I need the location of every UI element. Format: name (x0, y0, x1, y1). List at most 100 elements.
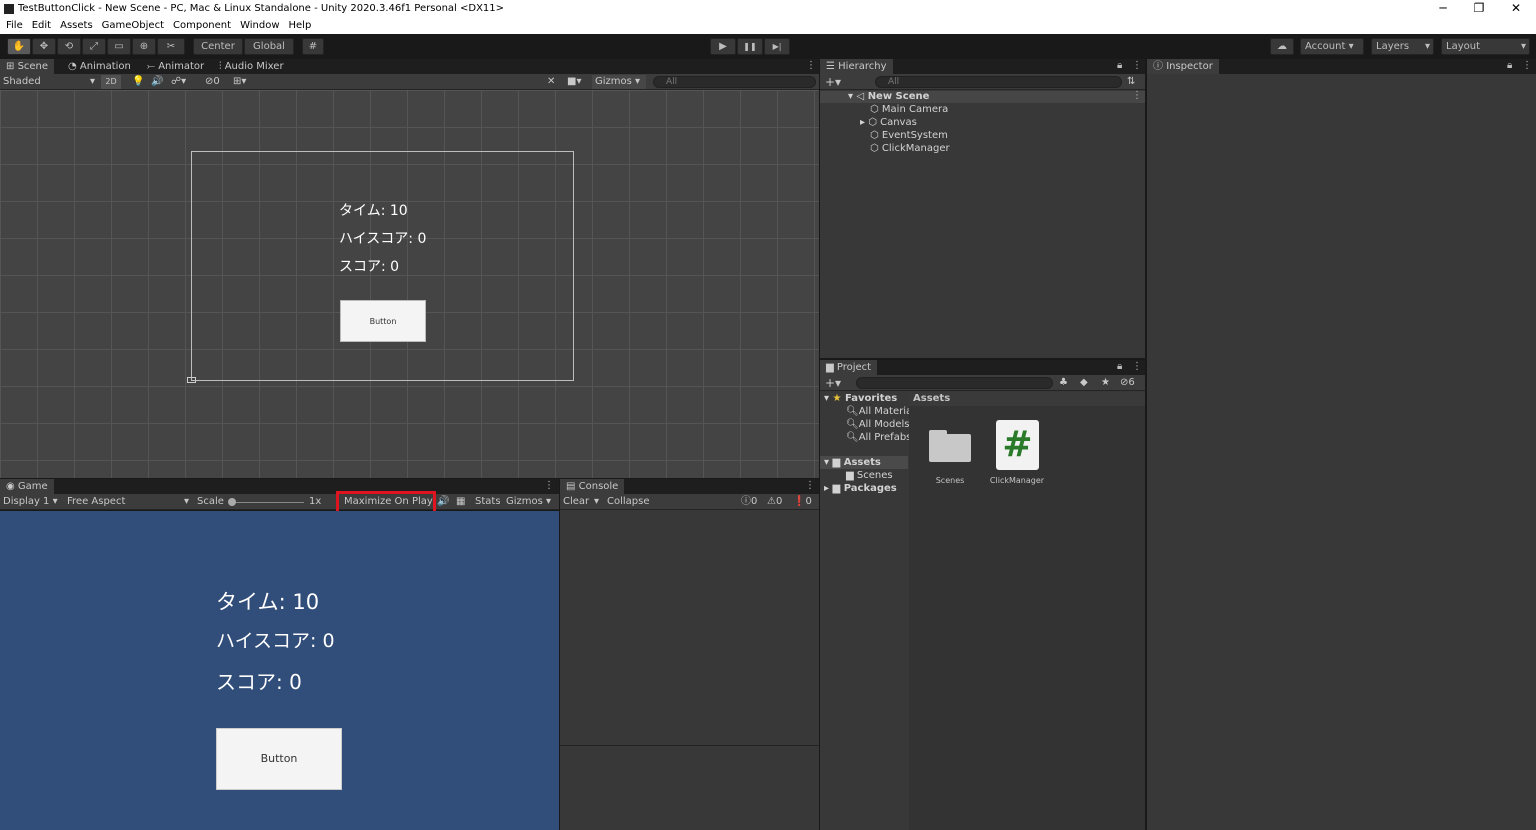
clear-options-icon[interactable]: ▾ (594, 495, 599, 509)
scene-row[interactable]: ▾ ◁ New Scene ⋮ (820, 90, 1145, 103)
menu-help[interactable]: Help (289, 18, 312, 34)
menu-window[interactable]: Window (240, 18, 279, 34)
more-options-icon[interactable]: ⋮ (544, 480, 554, 491)
lighting-icon[interactable]: 💡 (132, 75, 144, 89)
hidden-objects-icon[interactable]: ⊘0 (205, 75, 220, 89)
stats-toggle[interactable]: Stats (475, 495, 501, 509)
error-filter[interactable]: ❗0 (793, 495, 812, 509)
tab-scene[interactable]: ⊞ Scene (0, 59, 55, 74)
step-button[interactable]: ▶| (764, 38, 790, 55)
csharp-script-icon[interactable]: # (996, 420, 1039, 470)
lock-icon[interactable]: 🔒︎ (1117, 361, 1122, 372)
cloud-icon[interactable]: ☁ (1270, 38, 1294, 55)
restore-button[interactable]: ❐ (1462, 0, 1496, 18)
clear-button[interactable]: Clear (563, 495, 589, 509)
game-button[interactable]: Button (216, 728, 342, 790)
asset-label: ClickManager (989, 476, 1045, 485)
favorite-item[interactable]: 🔍︎All Models (846, 418, 910, 431)
tab-project[interactable]: ▆ Project (820, 360, 878, 375)
tools-icon[interactable]: ✕ (547, 75, 555, 89)
hierarchy-item-canvas[interactable]: ▸ ⬡ Canvas (860, 116, 917, 129)
scenes-folder-asset[interactable] (929, 430, 971, 462)
close-button[interactable]: ✕ (1499, 0, 1533, 18)
hierarchy-search-input[interactable]: All (875, 76, 1122, 88)
project-search-input[interactable] (856, 377, 1053, 389)
favorites-row[interactable]: ▾ ★ Favorites (824, 392, 897, 405)
tab-hierarchy[interactable]: ☰ Hierarchy (820, 59, 893, 74)
game-viewport[interactable]: タイム: 10 ハイスコア: 0 スコア: 0 Button (0, 511, 559, 830)
stats-icon: ▦ (456, 496, 466, 507)
menu-edit[interactable]: Edit (32, 18, 51, 34)
scene-search-input[interactable]: All (653, 76, 816, 88)
scene-viewport[interactable]: タイム: 10 ハイスコア: 0 スコア: 0 Button (0, 90, 819, 478)
more-options-icon[interactable]: ⋮ (805, 480, 815, 491)
scene-gizmos-dropdown[interactable]: Gizmos ▾ (592, 75, 646, 89)
more-options-icon[interactable]: ⋮ (1132, 361, 1142, 372)
play-button[interactable]: ▶ (710, 38, 736, 55)
create-button[interactable]: +▾ (825, 376, 841, 390)
packages-folder-row[interactable]: ▸ ▆ Packages (824, 482, 897, 495)
pause-button[interactable]: ❚❚ (737, 38, 763, 55)
collapse-button[interactable]: Collapse (607, 495, 650, 509)
hierarchy-item-clickmanager[interactable]: ⬡ ClickManager (870, 142, 950, 155)
favorite-item[interactable]: 🔍︎All Materia (846, 405, 912, 418)
tab-animation[interactable]: ◔ Animation (62, 59, 137, 74)
menu-gameobject[interactable]: GameObject (102, 18, 164, 34)
minimize-button[interactable]: ─ (1426, 0, 1460, 18)
assets-folder-row[interactable]: ▾ ▆ Assets (820, 456, 908, 469)
tab-game[interactable]: ◉ Game (0, 479, 54, 494)
aspect-dropdown[interactable]: Free Aspect ▾ (67, 495, 189, 509)
2d-toggle[interactable]: 2D (101, 75, 121, 89)
menu-assets[interactable]: Assets (60, 18, 93, 34)
more-options-icon[interactable]: ⋮ (1522, 60, 1532, 71)
tab-animator[interactable]: ⤚ Animator (141, 59, 210, 74)
display-dropdown[interactable]: Display 1 ▾ (3, 495, 58, 509)
mute-audio-icon[interactable]: 🔊 (437, 495, 449, 509)
game-gizmos-dropdown[interactable]: Gizmos ▾ (506, 495, 551, 509)
create-button[interactable]: +▾ (825, 75, 841, 89)
custom-tool-icon[interactable]: ✂ (157, 38, 185, 55)
scale-slider-thumb[interactable] (228, 498, 236, 506)
layers-dropdown[interactable]: Layers ▾ (1371, 38, 1434, 55)
hand-tool-icon[interactable]: ✋ (7, 38, 31, 55)
lock-icon[interactable]: 🔒︎ (1117, 60, 1122, 71)
filter-label-icon[interactable]: ◆ (1080, 376, 1088, 390)
menu-file[interactable]: File (6, 18, 23, 34)
shading-mode-dropdown[interactable]: Shaded ▾ (3, 75, 95, 89)
tab-console[interactable]: ▤ Console (560, 479, 625, 494)
effects-icon[interactable]: ☍▾ (171, 75, 186, 89)
global-label: Global (253, 41, 285, 52)
scale-slider[interactable] (230, 502, 304, 503)
info-filter[interactable]: ⓘ0 (741, 495, 757, 509)
camera-icon[interactable]: ■▾ (567, 75, 581, 89)
account-dropdown[interactable]: Account ▾ (1300, 38, 1364, 55)
hierarchy-item-eventsystem[interactable]: ⬡ EventSystem (870, 129, 948, 142)
layout-dropdown[interactable]: Layout ▾ (1441, 38, 1530, 55)
hidden-packages-icon[interactable]: ⊘6 (1120, 376, 1135, 390)
grid-snap-icon[interactable]: # (302, 38, 324, 55)
audio-icon[interactable]: 🔊 (151, 75, 163, 89)
filter-type-icon[interactable]: ♣ (1059, 376, 1068, 390)
scenes-folder-row[interactable]: ▆ Scenes (846, 469, 893, 482)
transform-tool-icon[interactable]: ⊕ (132, 38, 156, 55)
move-tool-icon[interactable]: ✥ (32, 38, 56, 55)
tab-audio-mixer[interactable]: ⫶ Audio Mixer (213, 59, 290, 74)
more-options-icon[interactable]: ⋮ (1132, 60, 1142, 71)
grid-icon[interactable]: ⊞▾ (233, 75, 246, 89)
menu-component[interactable]: Component (173, 18, 231, 34)
scene-options-icon[interactable]: ⋮ (1132, 90, 1142, 101)
favorite-item[interactable]: 🔍︎All Prefabs (846, 431, 911, 444)
tab-inspector[interactable]: ⓘ Inspector (1147, 59, 1219, 74)
lock-icon[interactable]: 🔒︎ (1507, 60, 1512, 71)
sort-icon[interactable]: ⇅ (1127, 75, 1135, 89)
warning-filter[interactable]: ⚠0 (767, 495, 782, 509)
more-options-icon[interactable]: ⋮ (806, 60, 816, 71)
rect-tool-icon[interactable]: ▭ (107, 38, 131, 55)
scale-tool-icon[interactable]: ⤢ (82, 38, 106, 55)
pivot-global-button[interactable]: Global (244, 38, 294, 55)
hierarchy-item-main-camera[interactable]: ⬡ Main Camera (870, 103, 948, 116)
rotate-tool-icon[interactable]: ⟲ (57, 38, 81, 55)
favorite-icon[interactable]: ★ (1101, 376, 1110, 390)
console-divider[interactable] (560, 745, 819, 746)
pivot-center-button[interactable]: Center (193, 38, 243, 55)
